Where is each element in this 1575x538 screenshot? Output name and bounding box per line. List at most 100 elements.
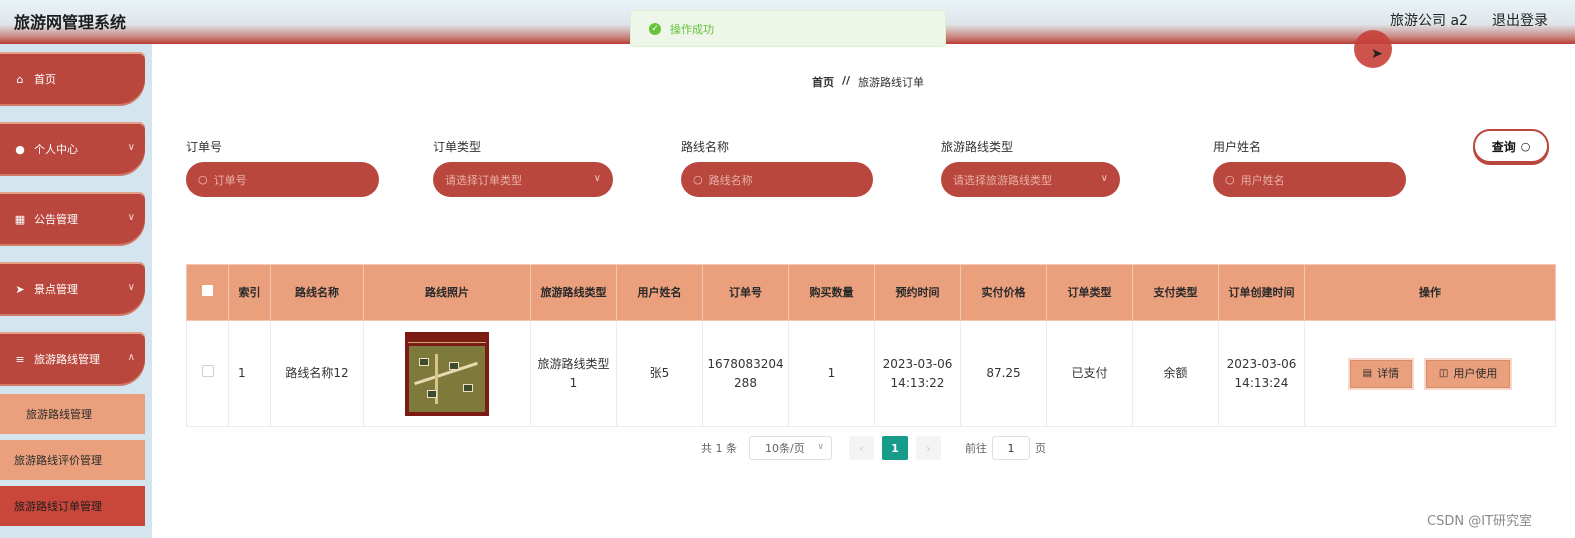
select-all-header[interactable] — [186, 264, 229, 321]
order-no-input[interactable]: ○ 订单号 — [186, 162, 379, 197]
page-number-1[interactable]: 1 — [882, 436, 908, 460]
pagination-total: 共 1 条 — [701, 442, 737, 455]
search-icon: ○ — [1225, 173, 1235, 186]
book-icon: ◫ — [1438, 368, 1449, 379]
search-icon: ○ — [198, 173, 208, 186]
route-name-placeholder: 路线名称 — [708, 173, 753, 187]
sidebar-item-personal-center[interactable]: ● 个人中心 ∨ — [0, 122, 145, 176]
query-button-label: 查询 — [1491, 139, 1516, 154]
detail-button-label: 详情 — [1377, 367, 1400, 380]
cell-quantity: 1 — [788, 320, 875, 427]
route-name-input[interactable]: ○ 路线名称 — [681, 162, 873, 197]
col-quantity: 购买数量 — [788, 264, 875, 321]
row-checkbox[interactable] — [201, 365, 214, 377]
goto-suffix: 页 — [1035, 442, 1046, 455]
current-user-name: 旅游公司 a2 — [1390, 13, 1468, 29]
sidebar-item-scenic-management[interactable]: ➤ 景点管理 ∨ — [0, 262, 145, 316]
col-order-no: 订单号 — [702, 264, 789, 321]
route-type-select[interactable]: 请选择旅游路线类型 ∨ — [941, 162, 1120, 197]
app-title: 旅游网管理系统 — [14, 13, 127, 32]
sidebar-subitem-route-orders[interactable]: 旅游路线订单管理 — [0, 486, 145, 526]
home-icon: ⌂ — [16, 72, 24, 86]
logout-link[interactable]: 退出登录 — [1492, 10, 1548, 30]
query-button[interactable]: 查询 ○ — [1473, 129, 1549, 163]
order-no-label: 订单号 — [186, 140, 223, 154]
sidebar-item-label: 首页 — [34, 73, 56, 86]
cell-payment-type: 余额 — [1132, 320, 1219, 427]
goto-page-input[interactable]: 1 — [992, 436, 1030, 460]
chevron-down-icon: ∨ — [127, 142, 135, 153]
cell-user-name: 张5 — [616, 320, 703, 427]
cell-route-type: 旅游路线类型1 — [530, 320, 617, 427]
route-type-label: 旅游路线类型 — [941, 140, 1014, 154]
goto-prefix: 前往 — [965, 442, 987, 455]
col-payment-type: 支付类型 — [1132, 264, 1219, 321]
order-type-select[interactable]: 请选择订单类型 ∨ — [433, 162, 613, 197]
order-no-placeholder: 订单号 — [213, 173, 247, 187]
sidebar-item-label: 个人中心 — [34, 143, 78, 156]
pagination: 共 1 条 10条/页 ∨ ‹ 1 › 前往 1 页 — [701, 436, 1046, 460]
col-route-photo: 路线照片 — [363, 264, 531, 321]
sidebar-item-home[interactable]: ⌂ 首页 — [0, 52, 145, 106]
order-type-label: 订单类型 — [433, 140, 482, 154]
col-actions: 操作 — [1304, 264, 1556, 321]
user-name-input[interactable]: ○ 用户姓名 — [1213, 162, 1406, 197]
chevron-down-icon: ∨ — [817, 442, 824, 452]
sidebar-subitem-label: 旅游路线订单管理 — [14, 500, 102, 513]
user-icon: ● — [15, 142, 25, 156]
breadcrumb-home[interactable]: 首页 — [812, 74, 834, 90]
cell-order-type: 已支付 — [1046, 320, 1133, 427]
col-paid-price: 实付价格 — [960, 264, 1047, 321]
route-type-placeholder: 请选择旅游路线类型 — [953, 173, 1052, 187]
user-name-label: 用户姓名 — [1213, 140, 1262, 154]
send-icon: ➤ — [15, 282, 25, 296]
col-user-name: 用户姓名 — [616, 264, 703, 321]
sidebar-subitem-label: 旅游路线管理 — [26, 408, 92, 421]
document-icon: ▤ — [1362, 368, 1373, 379]
breadcrumb-separator: // — [842, 74, 851, 87]
breadcrumb-current: 旅游路线订单 — [858, 76, 925, 89]
sidebar-subitem-route-management[interactable]: 旅游路线管理 — [0, 394, 145, 434]
list-icon: ≡ — [15, 352, 25, 366]
sidebar-item-label: 旅游路线管理 — [34, 353, 100, 366]
search-icon: ○ — [1520, 139, 1531, 153]
grid-icon: ▦ — [14, 212, 26, 226]
cell-index: 1 — [228, 320, 271, 427]
chevron-down-icon: ∨ — [127, 282, 135, 293]
col-order-type: 订单类型 — [1046, 264, 1133, 321]
chevron-down-icon: ∨ — [127, 212, 135, 223]
sidebar-subitem-route-review[interactable]: 旅游路线评价管理 — [0, 440, 145, 480]
orders-table: 索引 路线名称 路线照片 旅游路线类型 用户姓名 订单号 购买数量 预约时间 实… — [186, 264, 1556, 427]
route-photo-thumbnail[interactable] — [405, 331, 489, 416]
row-select-cell[interactable] — [186, 320, 229, 427]
sidebar: ⌂ 首页 ● 个人中心 ∨ ▦ 公告管理 ∨ ➤ 景点管理 ∨ ≡ 旅游路线管理… — [0, 44, 152, 538]
cell-order-no: 1678083204288 — [702, 320, 789, 427]
chevron-right-icon: › — [926, 441, 931, 455]
watermark: CSDN @IT研究室 — [1427, 514, 1532, 529]
next-page-button[interactable]: › — [916, 436, 941, 460]
col-route-name: 路线名称 — [270, 264, 364, 321]
user-use-button-label: 用户使用 — [1453, 367, 1498, 380]
detail-button[interactable]: ▤ 详情 — [1349, 359, 1413, 388]
breadcrumb: 首页 // 旅游路线订单 — [812, 74, 924, 90]
check-circle-icon: ✓ — [649, 22, 661, 35]
select-all-checkbox[interactable] — [202, 284, 213, 296]
col-booking-time: 预约时间 — [874, 264, 961, 321]
user-use-button[interactable]: ◫ 用户使用 — [1425, 359, 1511, 388]
cell-created-time: 2023-03-06 14:13:24 — [1218, 320, 1305, 427]
cell-actions: ▤ 详情 ◫ 用户使用 — [1304, 320, 1556, 427]
table-header-row: 索引 路线名称 路线照片 旅游路线类型 用户姓名 订单号 购买数量 预约时间 实… — [186, 264, 1556, 321]
sidebar-item-notice-management[interactable]: ▦ 公告管理 ∨ — [0, 192, 145, 246]
cell-paid-price: 87.25 — [960, 320, 1047, 427]
sidebar-item-route-management[interactable]: ≡ 旅游路线管理 ∧ — [0, 332, 145, 386]
sidebar-item-label: 公告管理 — [34, 213, 78, 226]
prev-page-button[interactable]: ‹ — [849, 436, 874, 460]
chevron-down-icon: ∨ — [1100, 173, 1108, 184]
col-route-type: 旅游路线类型 — [530, 264, 617, 321]
search-icon: ○ — [693, 173, 703, 186]
success-toast: ✓ 操作成功 — [630, 10, 946, 47]
page-size-select[interactable]: 10条/页 ∨ — [749, 436, 832, 460]
chevron-down-icon: ∨ — [593, 173, 601, 184]
chevron-left-icon: ‹ — [859, 441, 864, 455]
cell-route-photo — [363, 320, 531, 427]
